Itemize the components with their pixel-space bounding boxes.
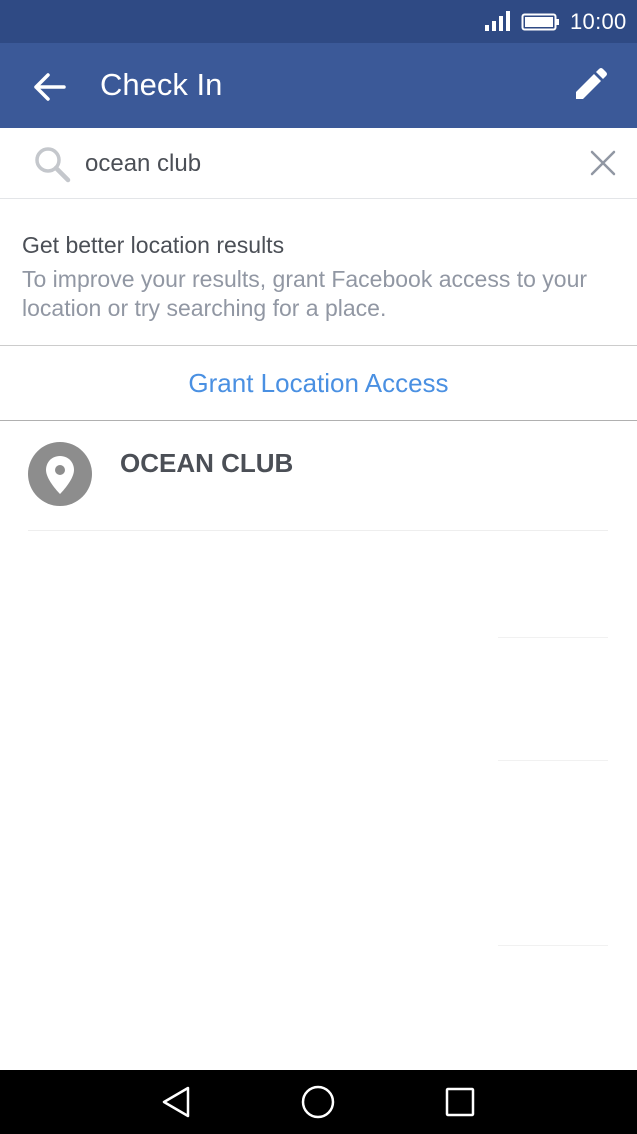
signal-icon <box>485 11 510 31</box>
system-nav-bar <box>0 1070 637 1134</box>
place-name: OCEAN CLUB <box>120 448 294 478</box>
page-title: Check In <box>100 67 223 102</box>
grant-row: Grant Location Access <box>0 346 637 421</box>
app-bar: Check In <box>0 43 637 128</box>
battery-icon <box>521 13 559 31</box>
search-icon <box>35 147 71 183</box>
location-prompt-heading: Get better location results <box>22 232 285 258</box>
location-prompt: Get better location results To improve y… <box>0 199 637 346</box>
nav-back-icon[interactable] <box>158 1084 198 1120</box>
search-input[interactable] <box>85 144 565 184</box>
nav-recents-icon[interactable] <box>440 1084 480 1120</box>
divider <box>28 530 608 531</box>
close-icon[interactable] <box>586 146 620 180</box>
back-arrow-icon[interactable] <box>28 67 70 107</box>
divider <box>498 945 608 946</box>
grant-location-access-button[interactable]: Grant Location Access <box>0 346 637 420</box>
status-bar: 10:00 <box>0 0 637 43</box>
list-item[interactable]: OCEAN CLUB <box>0 421 637 530</box>
status-time: 10:00 <box>570 9 627 34</box>
search-bar <box>0 128 637 199</box>
divider <box>498 760 608 761</box>
divider <box>498 637 608 638</box>
nav-home-icon[interactable] <box>298 1084 338 1120</box>
pencil-icon[interactable] <box>568 65 610 107</box>
location-pin-icon <box>28 442 92 506</box>
location-prompt-body: To improve your results, grant Facebook … <box>22 266 588 321</box>
